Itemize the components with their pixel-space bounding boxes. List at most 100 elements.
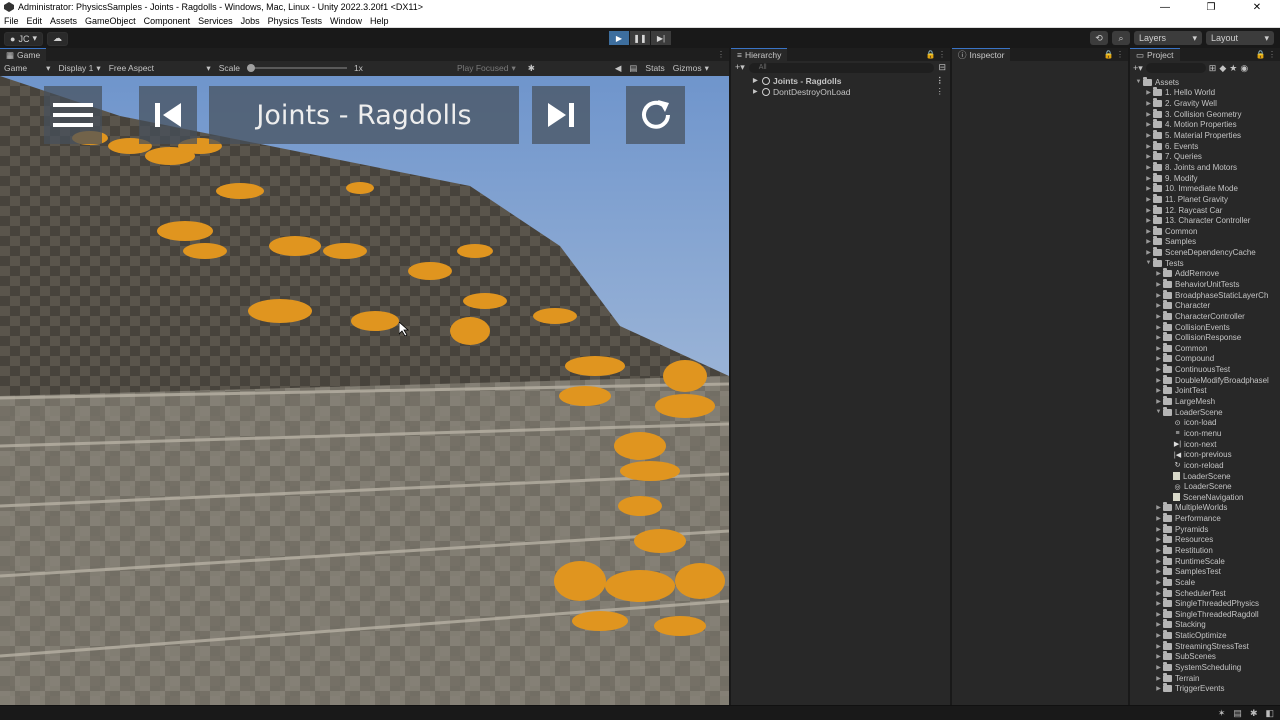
project-tree-item[interactable]: ▶ LargeMesh	[1130, 396, 1280, 407]
project-tree-item[interactable]: ▶ SchedulerTest	[1130, 587, 1280, 599]
menu-file[interactable]: File	[0, 16, 23, 26]
panel-menu-icon[interactable]: 🔒 ⋮	[1104, 50, 1128, 59]
expand-arrow-icon[interactable]: ▶	[1144, 238, 1153, 245]
project-tree-item[interactable]: ▶ 13. Character Controller	[1130, 215, 1280, 226]
tab-hierarchy[interactable]: ≡ Hierarchy	[731, 48, 788, 61]
play-button[interactable]: ▶	[609, 31, 629, 45]
project-tree-item[interactable]: ▶ SamplesTest	[1130, 566, 1280, 577]
project-tree-item[interactable]: ▶ TriggerEvents	[1130, 683, 1280, 695]
expand-arrow-icon[interactable]: ▶	[1154, 632, 1163, 639]
expand-arrow-icon[interactable]: ▶	[1154, 292, 1163, 299]
minimize-button[interactable]: —	[1142, 2, 1188, 13]
project-tree-item[interactable]: ▶ SceneDependencyCache	[1130, 247, 1280, 258]
project-tree-item[interactable]: ▶ 5. Material Properties	[1130, 130, 1280, 141]
project-tree-item[interactable]: ▶ 2. Gravity Well	[1130, 98, 1280, 109]
hierarchy-search-input[interactable]: All	[748, 62, 935, 73]
expand-arrow-icon[interactable]: ▶	[753, 77, 758, 84]
project-tree-item[interactable]: ▶ 3. Collision Geometry	[1130, 108, 1280, 120]
expand-arrow-icon[interactable]: ▶	[1144, 143, 1153, 150]
expand-arrow-icon[interactable]: ▶	[1154, 355, 1163, 362]
project-tree-item[interactable]: ▶ CollisionResponse	[1130, 332, 1280, 343]
menu-edit[interactable]: Edit	[23, 16, 47, 26]
project-tree-item[interactable]: ◎ LoaderScene	[1130, 481, 1280, 492]
project-tree-item[interactable]: ▶ Performance	[1130, 513, 1280, 524]
next-scene-button[interactable]	[532, 86, 590, 144]
add-icon[interactable]: +▾	[1133, 63, 1143, 74]
expand-arrow-icon[interactable]: ▶	[1154, 377, 1163, 384]
project-tree-item[interactable]: ▶ CharacterController	[1130, 310, 1280, 322]
expand-arrow-icon[interactable]: ▶	[1144, 175, 1153, 182]
game-mode-dropdown[interactable]: Game ▾	[0, 63, 54, 74]
star-icon[interactable]: ★	[1229, 63, 1237, 74]
project-tree-item[interactable]: ▶ Samples	[1130, 236, 1280, 248]
pause-button[interactable]: ❚❚	[630, 31, 650, 45]
expand-arrow-icon[interactable]: ▶	[1154, 664, 1163, 671]
project-tree-item[interactable]: ▶ CollisionEvents	[1130, 321, 1280, 333]
project-tree-item[interactable]: ▶ MultipleWorlds	[1130, 502, 1280, 514]
expand-arrow-icon[interactable]: ▶	[1154, 302, 1163, 309]
gizmos-dropdown[interactable]: Gizmos ▾	[669, 63, 713, 74]
expand-arrow-icon[interactable]: ▶	[1154, 675, 1163, 682]
eye-icon[interactable]: ◉	[1240, 63, 1248, 74]
expand-arrow-icon[interactable]: ▼	[1134, 79, 1143, 85]
project-tree-item[interactable]: ▶ ContinuousTest	[1130, 364, 1280, 375]
expand-arrow-icon[interactable]: ▶	[1144, 207, 1153, 214]
close-button[interactable]: ✕	[1234, 2, 1280, 13]
project-tree-item[interactable]: ▶ Character	[1130, 300, 1280, 311]
panel-menu-icon[interactable]: 🔒 ⋮	[926, 50, 950, 59]
build-icon[interactable]: ✶	[1218, 708, 1226, 719]
scale-slider[interactable]	[246, 64, 347, 72]
maximize-button[interactable]: ❐	[1188, 2, 1234, 13]
debug-icon[interactable]: ✱	[1250, 708, 1258, 719]
menu-help[interactable]: Help	[366, 16, 393, 26]
project-tree-item[interactable]: ▶ 4. Motion Properties	[1130, 119, 1280, 131]
hierarchy-item-scene[interactable]: ▶ Joints - Ragdolls ⋮	[731, 75, 950, 86]
project-tree-item[interactable]: ▶ DoubleModifyBroadphasel	[1130, 374, 1280, 386]
expand-arrow-icon[interactable]: ▶	[1144, 185, 1153, 192]
expand-arrow-icon[interactable]: ▶	[1154, 643, 1163, 650]
project-tree-item[interactable]: ▶ Compound	[1130, 353, 1280, 365]
expand-arrow-icon[interactable]: ▶	[1154, 579, 1163, 586]
reload-scene-button[interactable]	[626, 86, 685, 144]
expand-arrow-icon[interactable]: ▶	[1154, 590, 1163, 597]
expand-arrow-icon[interactable]: ▶	[1154, 270, 1163, 277]
expand-arrow-icon[interactable]: ▶	[1154, 653, 1163, 660]
project-tree-item[interactable]: ▶ BroadphaseStaticLayerCh	[1130, 289, 1280, 301]
project-tree-item[interactable]: ▼ Tests	[1130, 257, 1280, 269]
menu-jobs[interactable]: Jobs	[237, 16, 264, 26]
audio-button[interactable]: ◀	[611, 63, 626, 74]
project-tree-item[interactable]: ▼ Assets	[1130, 76, 1280, 88]
hierarchy-item-dontdestroy[interactable]: ▶ DontDestroyOnLoad ⋮	[731, 86, 950, 97]
project-tree-item[interactable]: ▶ 9. Modify	[1130, 172, 1280, 184]
expand-arrow-icon[interactable]: ▶	[1144, 196, 1153, 203]
expand-arrow-icon[interactable]: ▶	[1154, 558, 1163, 565]
previous-scene-button[interactable]	[139, 86, 197, 144]
project-tree-item[interactable]: ▶ Stacking	[1130, 619, 1280, 631]
project-tree-item[interactable]: ▶ Restitution	[1130, 545, 1280, 556]
expand-arrow-icon[interactable]: ▶	[1144, 100, 1153, 107]
expand-arrow-icon[interactable]: ▶	[1144, 153, 1153, 160]
expand-arrow-icon[interactable]: ▶	[1154, 600, 1163, 607]
expand-arrow-icon[interactable]: ▶	[1144, 249, 1153, 256]
expand-arrow-icon[interactable]: ▶	[1144, 132, 1153, 139]
game-viewport[interactable]: Joints - Ragdolls	[0, 76, 729, 705]
project-tree-item[interactable]: ▶ SingleThreadedRagdoll	[1130, 608, 1280, 620]
tab-inspector[interactable]: ⓘ Inspector	[952, 48, 1011, 61]
project-tree-item[interactable]: ▶ Common	[1130, 342, 1280, 354]
settings-icon[interactable]: ◧	[1265, 708, 1274, 719]
project-tree-item[interactable]: LoaderScene	[1130, 471, 1280, 482]
project-tree-item[interactable]: ▶ SingleThreadedPhysics	[1130, 598, 1280, 609]
expand-arrow-icon[interactable]: ▶	[1154, 621, 1163, 628]
tab-project[interactable]: ▭ Project	[1130, 48, 1180, 61]
project-tree-item[interactable]: ▶ 11. Planet Gravity	[1130, 193, 1280, 205]
menu-window[interactable]: Window	[326, 16, 366, 26]
expand-arrow-icon[interactable]: ▶	[753, 88, 758, 95]
cache-icon[interactable]: ▤	[1233, 708, 1242, 719]
item-menu-icon[interactable]: ⋮	[936, 86, 945, 97]
menu-services[interactable]: Services	[194, 16, 237, 26]
aspect-dropdown[interactable]: Free Aspect ▾	[105, 63, 215, 74]
layout-dropdown[interactable]: Layout ▾	[1206, 31, 1274, 45]
expand-arrow-icon[interactable]: ▶	[1154, 313, 1163, 320]
project-tree-item[interactable]: ▶ BehaviorUnitTests	[1130, 278, 1280, 290]
project-tree-item[interactable]: ▶ 1. Hello World	[1130, 87, 1280, 99]
